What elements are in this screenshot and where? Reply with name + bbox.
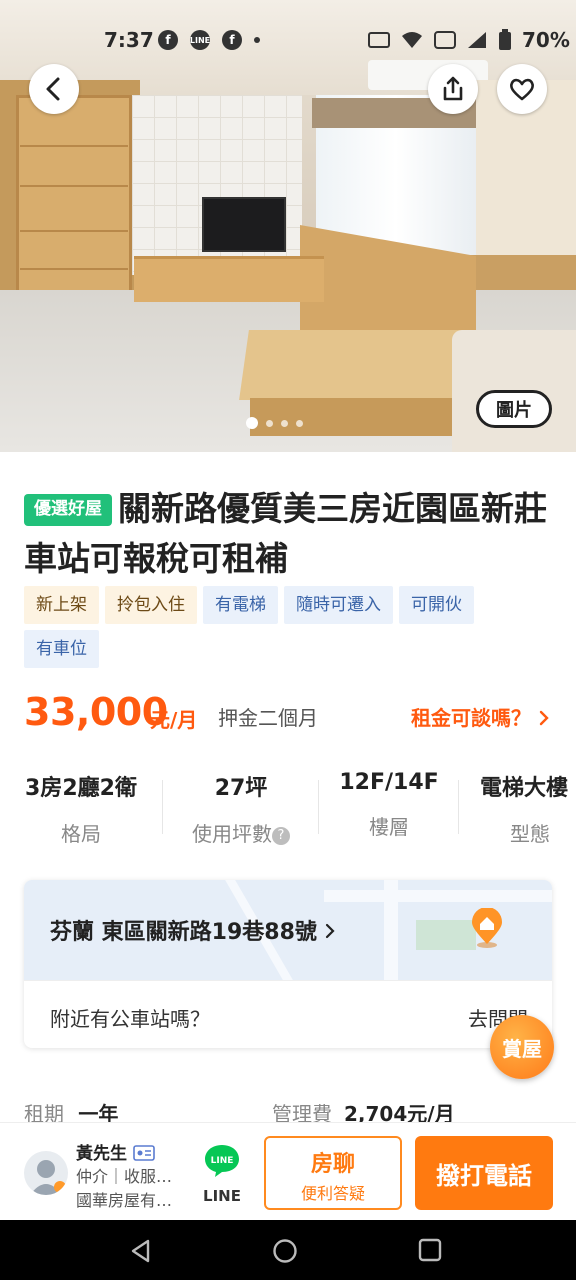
negotiate-rent-link[interactable]: 租金可談嗎？	[411, 702, 550, 731]
agent-name-row: 黃先生	[76, 1139, 155, 1164]
photo-shelf	[20, 185, 128, 187]
status-notification-icons: f LINE f	[158, 30, 260, 50]
facebook-icon: f	[222, 30, 242, 50]
rent-price: 33,000	[24, 690, 168, 734]
spec-type-value: 電梯大樓	[480, 776, 569, 801]
nav-back-icon[interactable]	[128, 1238, 154, 1264]
rent-price-unit: 元/月	[150, 708, 198, 732]
spec-divider	[458, 780, 459, 834]
house-chat-subtitle: 便利答疑	[300, 1184, 365, 1203]
favorite-button[interactable]	[497, 64, 547, 114]
agent-role: 仲介｜收服…	[76, 1167, 173, 1186]
call-button[interactable]: 撥打電話	[415, 1136, 553, 1210]
featured-badge: 優選好屋	[24, 494, 112, 526]
system-nav-bar	[0, 1220, 576, 1280]
photo-tv	[202, 197, 286, 252]
status-time: 7:37	[104, 28, 154, 52]
house-chat-title: 房聊	[310, 1152, 355, 1177]
bus-stop-question-row[interactable]: 附近有公車站嗎？ 去問問	[24, 980, 552, 1048]
photo-shelf	[20, 230, 128, 232]
photo-tv-stand	[134, 256, 324, 302]
signal-icon	[468, 32, 486, 48]
svg-text:LINE: LINE	[211, 1156, 234, 1166]
property-specs: 3房2廳2衛 格局 27坪 使用坪數? 12F/14F 樓層 電梯大樓 型態	[0, 770, 576, 850]
agent-name: 黃先生	[76, 1144, 127, 1164]
feature-tag: 拎包入住	[105, 586, 197, 624]
house-chat-button[interactable]: 房聊 便利答疑	[264, 1136, 402, 1210]
photo-pagination	[246, 417, 303, 429]
spec-layout-value: 3房2廳2衛	[25, 776, 137, 801]
photo-dot	[281, 419, 288, 427]
bus-stop-question: 附近有公車站嗎？	[50, 1007, 210, 1031]
spec-floor: 12F/14F 樓層	[328, 770, 450, 840]
help-icon[interactable]: ?	[272, 827, 290, 845]
photo-dot	[266, 419, 273, 427]
line-label: LINE	[203, 1187, 241, 1205]
heart-icon	[510, 78, 534, 101]
facebook-icon: f	[158, 30, 178, 50]
feature-tags: 新上架 拎包入住 有電梯 隨時可遷入 可開伙有車位	[24, 586, 554, 668]
chevron-right-icon	[539, 710, 549, 726]
nav-home-icon[interactable]	[272, 1238, 298, 1264]
feature-tag: 有電梯	[203, 586, 278, 624]
spec-type: 電梯大樓 型態	[480, 770, 576, 847]
more-notifications-dot-icon	[254, 37, 260, 43]
spec-layout-label: 格局	[61, 822, 101, 846]
address-link[interactable]: 芬蘭 東區關新路19巷88號	[50, 914, 335, 946]
photo-shelf	[20, 145, 128, 147]
spec-area-label: 使用坪數	[192, 822, 272, 846]
share-button[interactable]	[428, 64, 478, 114]
address-card: 芬蘭 東區關新路19巷88號 附近有公車站嗎？ 去問問	[24, 880, 552, 1048]
chevron-left-icon	[46, 77, 60, 101]
listing-title-block: 優選好屋 關新路優質美三房近園區新莊車站可報稅可租補	[24, 484, 560, 584]
spec-type-label: 型態	[510, 822, 550, 846]
viewing-fab-button[interactable]: 賞屋	[490, 1015, 554, 1079]
spec-area-label-wrap[interactable]: 使用坪數?	[180, 818, 302, 847]
spec-floor-label: 樓層	[369, 815, 409, 839]
chevron-right-icon	[325, 923, 335, 939]
listing-photo[interactable]: 7:37 f LINE f 70% 圖片	[0, 0, 576, 452]
auto-brightness-icon	[368, 32, 390, 48]
location-pin-icon	[472, 908, 502, 948]
line-contact-button[interactable]: LINE LINE	[196, 1143, 248, 1205]
price-row: 33,000 元/月 押金二個月 租金可談嗎？	[24, 690, 560, 736]
spec-divider	[318, 780, 319, 834]
photo-dot	[296, 419, 303, 427]
feature-tag: 新上架	[24, 586, 99, 624]
spec-area: 27坪 使用坪數?	[180, 770, 302, 847]
battery-percent: 70%	[522, 28, 570, 52]
contact-bar: 黃先生 仲介｜收服… 國華房屋有… LINE LINE 房聊 便利答疑 撥打電話	[0, 1122, 576, 1220]
status-bar: 7:37 f LINE f 70%	[0, 22, 576, 58]
wifi-icon	[402, 32, 422, 48]
agent-avatar[interactable]	[24, 1151, 68, 1195]
negotiate-rent-label: 租金可談嗎？	[411, 706, 532, 730]
map-preview[interactable]: 芬蘭 東區關新路19巷88號	[24, 880, 552, 980]
status-system-icons: 70%	[368, 28, 570, 52]
agent-company: 國華房屋有…	[76, 1191, 173, 1210]
feature-tag: 隨時可遷入	[284, 586, 393, 624]
avatar-icon	[30, 1160, 66, 1195]
back-button[interactable]	[29, 64, 79, 114]
map-road	[324, 890, 552, 902]
map-park	[416, 920, 476, 950]
deposit-terms: 押金二個月	[218, 706, 318, 730]
spec-area-value: 27坪	[214, 776, 268, 801]
photo-gallery-button[interactable]: 圖片	[476, 390, 552, 428]
line-app-icon: LINE	[190, 30, 210, 50]
nav-recents-icon[interactable]	[418, 1238, 442, 1262]
photo-dot	[246, 417, 258, 429]
feature-tag: 可開伙	[399, 586, 474, 624]
volte-icon	[434, 31, 456, 49]
photo-shelf	[20, 268, 128, 270]
feature-tag: 有車位	[24, 630, 99, 668]
address-text: 芬蘭 東區關新路19巷88號	[50, 920, 317, 945]
spec-layout: 3房2廳2衛 格局	[20, 770, 142, 847]
spec-floor-value: 12F/14F	[339, 770, 439, 795]
line-chat-icon: LINE	[205, 1145, 239, 1177]
battery-icon	[499, 29, 511, 50]
spec-divider	[162, 780, 163, 834]
id-card-icon	[133, 1145, 155, 1161]
map-road	[384, 880, 398, 980]
share-icon	[443, 76, 463, 101]
